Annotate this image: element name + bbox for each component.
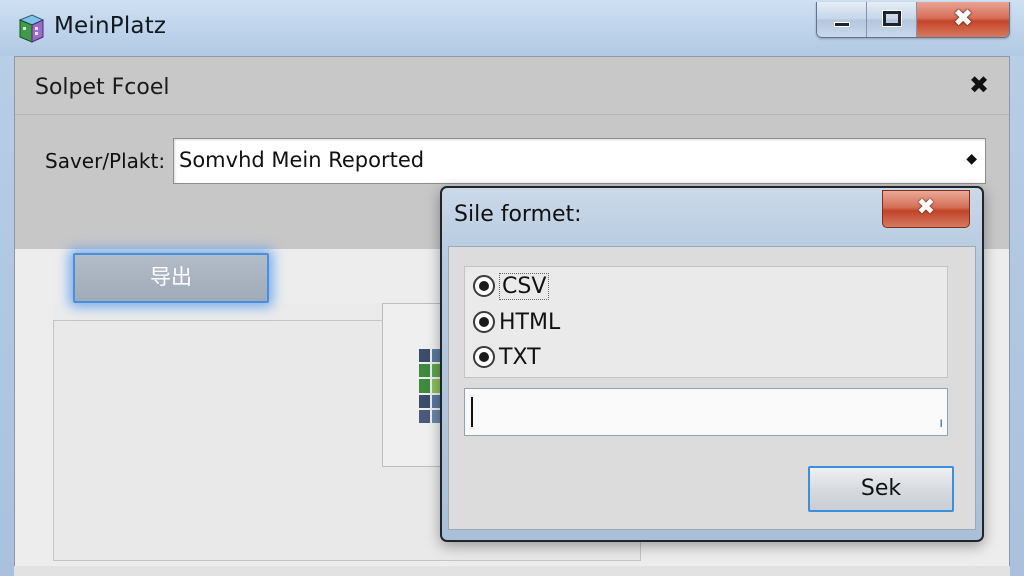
radio-button[interactable]: [473, 346, 495, 368]
dialog-close-button[interactable]: ✖: [882, 190, 970, 228]
radio-option-csv[interactable]: CSV: [473, 271, 550, 301]
close-icon: ✖: [952, 4, 974, 32]
panel-header: Solpet Fcoel ✖: [15, 57, 1009, 115]
minimize-button[interactable]: [817, 2, 867, 37]
export-button[interactable]: 导出: [73, 253, 269, 303]
resize-handle-icon[interactable]: ı: [939, 416, 943, 431]
format-text-input[interactable]: ı: [464, 388, 948, 436]
dialog-title: Sile formet:: [454, 202, 582, 227]
radio-label: CSV: [499, 272, 550, 300]
panel-close-button[interactable]: ✖: [965, 71, 993, 99]
close-icon: ✖: [916, 195, 936, 220]
ok-button[interactable]: Sek: [808, 466, 954, 512]
format-radio-group: CSV HTML TXT: [464, 266, 948, 378]
dropdown-arrow-icon[interactable]: ◆: [966, 151, 977, 167]
window-close-button[interactable]: ✖: [917, 2, 1009, 37]
maximize-button[interactable]: [867, 2, 917, 37]
radio-label: HTML: [499, 309, 561, 335]
window-title: MeinPlatz: [54, 13, 167, 39]
app-cube-icon: [18, 14, 45, 43]
file-format-dialog: Sile formet: ✖ CSV HTML TXT ı Sek: [440, 186, 984, 542]
path-combobox[interactable]: Somvhd Mein Reported ◆: [173, 138, 986, 184]
maximize-icon: [882, 10, 902, 27]
minimize-icon: [834, 22, 850, 27]
radio-button[interactable]: [473, 311, 495, 333]
path-value: Somvhd Mein Reported: [179, 148, 425, 172]
radio-button[interactable]: [473, 275, 495, 297]
radio-label: TXT: [499, 344, 541, 370]
text-caret: [471, 397, 473, 427]
horizontal-scrollbar[interactable]: [14, 566, 1010, 576]
panel-title: Solpet Fcoel: [35, 75, 170, 100]
radio-option-txt[interactable]: TXT: [473, 342, 541, 372]
radio-option-html[interactable]: HTML: [473, 307, 560, 337]
window-titlebar[interactable]: MeinPlatz ✖: [0, 0, 1024, 56]
path-label: Saver/Plakt:: [45, 149, 166, 173]
window-controls: ✖: [816, 2, 1010, 38]
